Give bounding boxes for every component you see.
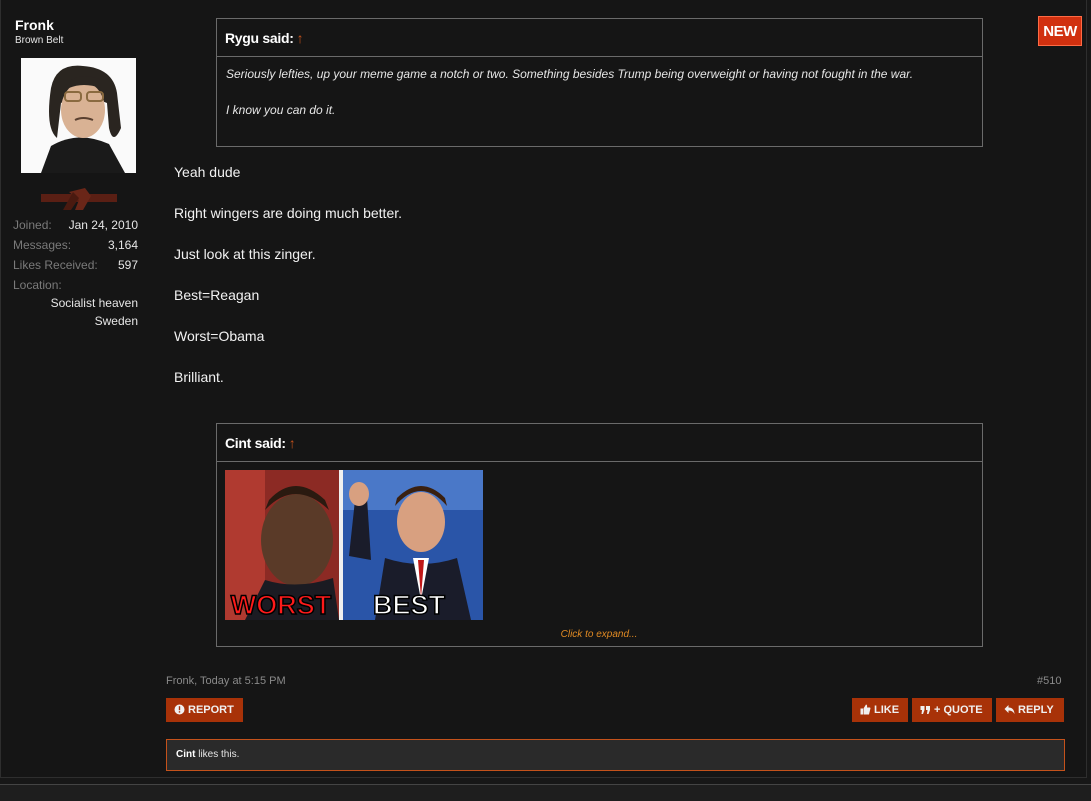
report-button[interactable]: REPORT (166, 698, 243, 722)
location-label: Location: (13, 278, 62, 292)
message-line: Right wingers are doing much better. (174, 205, 403, 221)
post-container: Fronk Brown Belt Joined: Jan 24, 2010 Me… (0, 0, 1087, 778)
reply-arrow-icon (1004, 705, 1015, 714)
quote-button[interactable]: + QUOTE (912, 698, 992, 722)
quote-line: I know you can do it. (226, 103, 336, 117)
click-to-expand-link[interactable]: Click to expand... (217, 629, 981, 640)
quote-author-link[interactable]: Cint said: (225, 435, 286, 451)
likes-summary: Cint likes this. (166, 739, 1065, 771)
joined-value: Jan 24, 2010 (68, 218, 138, 232)
reply-label: REPLY (1018, 704, 1054, 716)
belt-rank-icon (39, 184, 119, 214)
post-permalink[interactable]: #510 (1037, 675, 1061, 687)
quote-header: Rygu said: ↑ (217, 19, 982, 57)
message-line: Yeah dude (174, 164, 241, 180)
quote-author-link[interactable]: Rygu said: (225, 30, 294, 46)
message-line: Brilliant. (174, 369, 224, 385)
quote-header: Cint said: ↑ (217, 424, 982, 462)
location-line-2[interactable]: Sweden (95, 314, 138, 328)
likes-received-value: 597 (117, 258, 138, 272)
like-label: LIKE (874, 704, 900, 716)
like-button[interactable]: LIKE (852, 698, 908, 722)
quote-label: + QUOTE (934, 704, 983, 716)
messages-value[interactable]: 3,164 (108, 238, 138, 252)
reply-button[interactable]: REPLY (996, 698, 1064, 722)
location-line-1[interactable]: Socialist heaven (51, 296, 138, 310)
likes-text: likes this. (195, 749, 240, 760)
alert-icon (174, 704, 185, 715)
username[interactable]: Fronk (15, 17, 54, 33)
message-line: Best=Reagan (174, 287, 260, 303)
report-label: REPORT (188, 704, 234, 716)
thumbs-up-icon (860, 704, 871, 715)
meme-caption-worst: WORST (231, 590, 332, 620)
quote-jump-arrow-icon[interactable]: ↑ (297, 30, 304, 46)
quote-rygu: Rygu said: ↑ Seriously lefties, up your m… (216, 18, 983, 147)
message-line: Worst=Obama (174, 328, 265, 344)
post-byline[interactable]: Fronk, Today at 5:15 PM (166, 675, 286, 687)
quote-line: Seriously lefties, up your meme game a n… (226, 67, 914, 81)
quote-marks-icon (920, 706, 930, 714)
liker-link[interactable]: Cint (176, 749, 195, 760)
user-title: Brown Belt (15, 35, 64, 46)
messages-label: Messages: (13, 238, 72, 252)
next-post-edge (0, 784, 1091, 801)
message-line: Just look at this zinger. (174, 246, 316, 262)
meme-caption-best: BEST (373, 590, 446, 620)
quoted-meme-image[interactable]: WORST BEST (225, 470, 483, 621)
joined-label: Joined: (13, 218, 52, 232)
quote-jump-arrow-icon[interactable]: ↑ (289, 435, 296, 451)
avatar[interactable] (21, 58, 136, 173)
new-badge: NEW (1038, 16, 1082, 46)
likes-received-label: Likes Received: (13, 258, 98, 272)
